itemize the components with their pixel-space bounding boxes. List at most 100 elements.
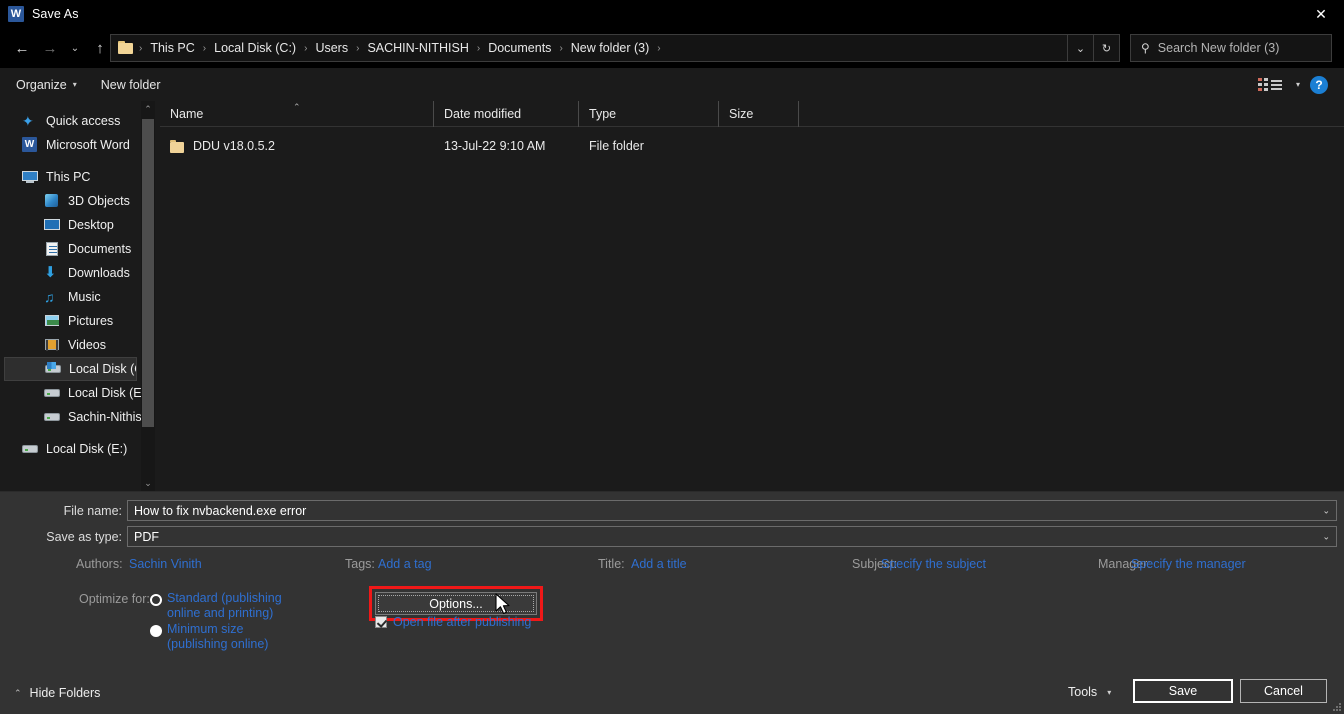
sidebar-item-pictures[interactable]: Pictures (4, 309, 145, 333)
column-header-name-label: Name (170, 107, 203, 121)
folder-icon (118, 41, 134, 55)
subject-value[interactable]: Specify the subject (881, 557, 986, 571)
column-header-type[interactable]: Type (579, 101, 719, 127)
sidebar-item-documents[interactable]: Documents (4, 237, 145, 261)
sidebar-item-3d-objects[interactable]: 3D Objects (4, 189, 145, 213)
column-header-name[interactable]: Name ⌃ (160, 101, 434, 127)
this-pc-icon (22, 169, 39, 185)
system-drive-icon (45, 361, 62, 377)
tools-button[interactable]: Tools ▾ (1062, 681, 1117, 703)
sidebar-item-label: Music (68, 290, 101, 304)
sidebar-item-label: Local Disk (E:) (68, 386, 145, 400)
organize-button[interactable]: Organize ▾ (8, 74, 85, 96)
close-icon[interactable]: ✕ (1298, 0, 1344, 28)
radio-standard[interactable] (150, 594, 162, 606)
drive-icon (44, 409, 61, 425)
sidebar-item-quick-access[interactable]: ✦Quick access (0, 109, 141, 133)
sidebar-item-microsoft-word[interactable]: WMicrosoft Word (0, 133, 141, 157)
word-icon: W (8, 6, 24, 22)
sort-ascending-icon: ⌃ (293, 102, 301, 113)
title-value[interactable]: Add a title (631, 557, 687, 571)
sidebar-item-music[interactable]: ♫Music (4, 285, 145, 309)
checkbox-icon[interactable] (375, 616, 387, 628)
sidebar-item-videos[interactable]: Videos (4, 333, 145, 357)
breadcrumb-this-pc[interactable]: This PC (145, 38, 199, 58)
recent-locations-button[interactable]: ⌄ (64, 33, 86, 63)
radio-standard-line1: Standard (publishing (167, 591, 282, 605)
view-grid-icon (1258, 78, 1268, 91)
chevron-down-icon[interactable]: ▾ (1296, 80, 1300, 89)
title-label: Title: (598, 557, 625, 571)
file-name-input[interactable]: How to fix nvbackend.exe error ⌄ (127, 500, 1337, 521)
address-bar-actions: ⌄ ↻ (1067, 35, 1119, 61)
scroll-up-icon[interactable]: ⌃ (141, 101, 155, 117)
sidebar-item-label: This PC (46, 170, 90, 184)
sidebar-item-label: Local Disk (C:) (69, 362, 136, 376)
radio-minimum-size-line2: (publishing online) (167, 637, 268, 651)
sidebar-item-label: Quick access (46, 114, 120, 128)
column-headers: Name ⌃ Date modified Type Size (160, 101, 1344, 127)
help-icon[interactable]: ? (1310, 76, 1328, 94)
focus-ring (378, 595, 534, 612)
scrollbar-thumb[interactable] (142, 119, 154, 427)
manager-value[interactable]: Specify the manager (1131, 557, 1246, 571)
sidebar-item-label: Desktop (68, 218, 114, 232)
breadcrumb-separator: › (353, 43, 362, 54)
sidebar-item-label: Documents (68, 242, 131, 256)
cancel-button[interactable]: Cancel (1240, 679, 1327, 703)
radio-standard-label[interactable]: Standard (publishing online and printing… (167, 591, 327, 621)
authors-value[interactable]: Sachin Vinith (129, 557, 202, 571)
new-folder-button[interactable]: New folder (93, 74, 169, 96)
scroll-down-icon[interactable]: ⌄ (141, 475, 155, 491)
column-header-date-modified-label: Date modified (444, 107, 521, 121)
address-bar[interactable]: › This PC › Local Disk (C:) › Users › SA… (110, 34, 1120, 62)
sidebar-item-local-disk-c[interactable]: Local Disk (C:) (4, 357, 137, 381)
sidebar-item-local-disk-e[interactable]: Local Disk (E:) (0, 437, 141, 461)
forward-button[interactable]: → (36, 33, 64, 63)
save-as-type-select[interactable]: PDF ⌄ (127, 526, 1337, 547)
save-options-panel: File name: How to fix nvbackend.exe erro… (0, 491, 1344, 674)
change-view-button[interactable] (1254, 76, 1286, 93)
sidebar-item-this-pc[interactable]: This PC (0, 165, 141, 189)
breadcrumb-separator: › (200, 43, 209, 54)
navigation-pane-scrollbar[interactable]: ⌃ ⌄ (141, 101, 155, 491)
breadcrumb-documents[interactable]: Documents (483, 38, 556, 58)
search-input[interactable]: Search New folder (3) (1158, 41, 1280, 55)
column-header-type-label: Type (589, 107, 616, 121)
radio-minimum-size-label[interactable]: Minimum size (publishing online) (167, 622, 327, 652)
sidebar-item-sachin-nithish[interactable]: Sachin-Nithish ( (4, 405, 145, 429)
sidebar-item-label: Pictures (68, 314, 113, 328)
chevron-down-icon[interactable]: ⌄ (1067, 35, 1093, 61)
options-button[interactable]: Options... (375, 592, 537, 615)
breadcrumb-sachin-nithish[interactable]: SACHIN-NITHISH (362, 38, 473, 58)
sidebar-item-local-disk-e[interactable]: Local Disk (E:) (4, 381, 145, 405)
radio-standard-line2: online and printing) (167, 606, 273, 620)
search-box[interactable]: ⚲ Search New folder (3) (1130, 34, 1332, 62)
sidebar-item-label: 3D Objects (68, 194, 130, 208)
file-name-label: DDU v18.0.5.2 (193, 139, 275, 153)
breadcrumb-new-folder-3[interactable]: New folder (3) (566, 38, 655, 58)
open-file-after-publishing-checkbox[interactable]: Open file after publishing (375, 615, 531, 629)
column-header-date-modified[interactable]: Date modified (434, 101, 579, 127)
column-header-size[interactable]: Size (719, 101, 799, 127)
tags-value[interactable]: Add a tag (378, 557, 432, 571)
resize-grip[interactable] (1331, 701, 1341, 711)
chevron-up-icon: ⌃ (14, 688, 22, 699)
open-file-after-publishing-label: Open file after publishing (393, 615, 531, 629)
back-button[interactable]: ← (8, 33, 36, 63)
table-row[interactable]: DDU v18.0.5.2 13-Jul-22 9:10 AM File fol… (160, 133, 1344, 159)
tools-label: Tools (1068, 685, 1097, 699)
save-as-dialog: W Save As ✕ ← → ⌄ ↑ › This PC › Local Di… (0, 0, 1344, 714)
hide-folders-button[interactable]: ⌃ Hide Folders (14, 686, 100, 700)
breadcrumb-users[interactable]: Users (310, 38, 353, 58)
breadcrumb-separator: › (301, 43, 310, 54)
chevron-down-icon[interactable]: ⌄ (1322, 531, 1330, 542)
radio-minimum-size[interactable] (150, 625, 162, 637)
breadcrumb-local-disk-c[interactable]: Local Disk (C:) (209, 38, 301, 58)
sidebar-item-downloads[interactable]: ⬇Downloads (4, 261, 145, 285)
save-as-type-label: Save as type: (0, 530, 122, 544)
refresh-icon[interactable]: ↻ (1093, 35, 1119, 61)
sidebar-item-desktop[interactable]: Desktop (4, 213, 145, 237)
save-button[interactable]: Save (1133, 679, 1233, 703)
chevron-down-icon[interactable]: ⌄ (1322, 505, 1330, 516)
